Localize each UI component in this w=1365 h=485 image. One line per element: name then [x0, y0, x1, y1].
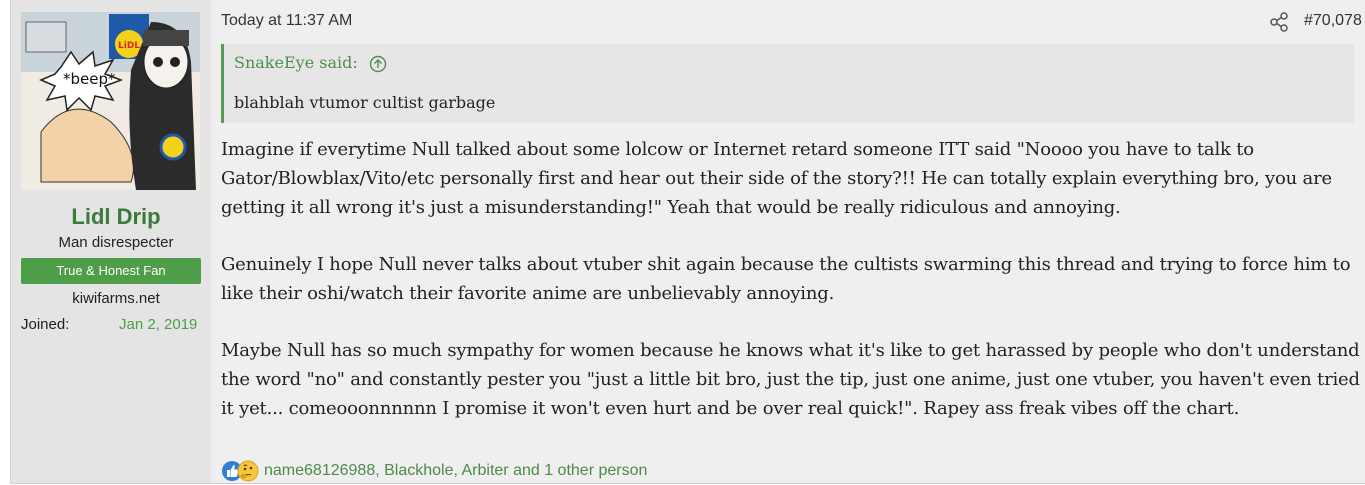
reaction-user-link[interactable]: Arbiter — [462, 462, 509, 479]
username[interactable]: Lidl Drip — [11, 204, 221, 230]
share-icon[interactable] — [1268, 11, 1290, 33]
post-timestamp[interactable]: Today at 11:37 AM — [221, 12, 352, 30]
thinking-icon — [237, 460, 259, 482]
avatar-logo-text: LiDL — [118, 41, 140, 51]
avatar-drawing: *beep* LiDL — [21, 12, 200, 190]
user-banner: True & Honest Fan — [21, 258, 201, 284]
user-avatar[interactable]: *beep* LiDL — [21, 12, 200, 190]
joined-label: Joined: — [21, 316, 70, 333]
reaction-user-link[interactable]: name68126988 — [264, 462, 375, 479]
reaction-separator: , — [375, 462, 385, 479]
post-paragraph: Genuinely I hope Null never talks about … — [221, 254, 1351, 304]
post-paragraph: Imagine if everytime Null talked about s… — [221, 139, 1332, 218]
post-number[interactable]: #70,078 — [1304, 12, 1362, 30]
reaction-names: name68126988, Blackhole, Arbiter and 1 o… — [264, 462, 647, 480]
jump-to-quote-icon[interactable] — [369, 55, 387, 73]
avatar-caption: *beep* — [63, 70, 116, 88]
user-info-panel: *beep* LiDL Lidl Drip Man disrespecter T… — [11, 0, 211, 483]
forum-post: *beep* LiDL Lidl Drip Man disrespecter T… — [10, 0, 1365, 484]
reaction-icons — [221, 459, 261, 483]
user-title: Man disrespecter — [58, 234, 174, 251]
quote-author[interactable]: SnakeEye said: — [234, 53, 358, 72]
reactions-bar[interactable]: name68126988, Blackhole, Arbiter and 1 o… — [221, 459, 647, 483]
joined-date: Jan 2, 2019 — [119, 316, 198, 333]
quote-text: blahblah vtumor cultist garbage — [234, 93, 496, 112]
post-body: Imagine if everytime Null talked about s… — [221, 135, 1361, 451]
post-content: Today at 11:37 AM #70,078 SnakeEye said:… — [221, 0, 1365, 483]
post-paragraph: Maybe Null has so much sympathy for wome… — [221, 340, 1360, 419]
reaction-separator: , — [453, 462, 462, 479]
user-site: kiwifarms.net — [72, 290, 160, 307]
reaction-user-link[interactable]: Blackhole — [384, 462, 453, 479]
quote-author-link[interactable]: SnakeEye said: — [234, 53, 387, 73]
reaction-others-link[interactable]: and 1 other person — [509, 462, 647, 479]
